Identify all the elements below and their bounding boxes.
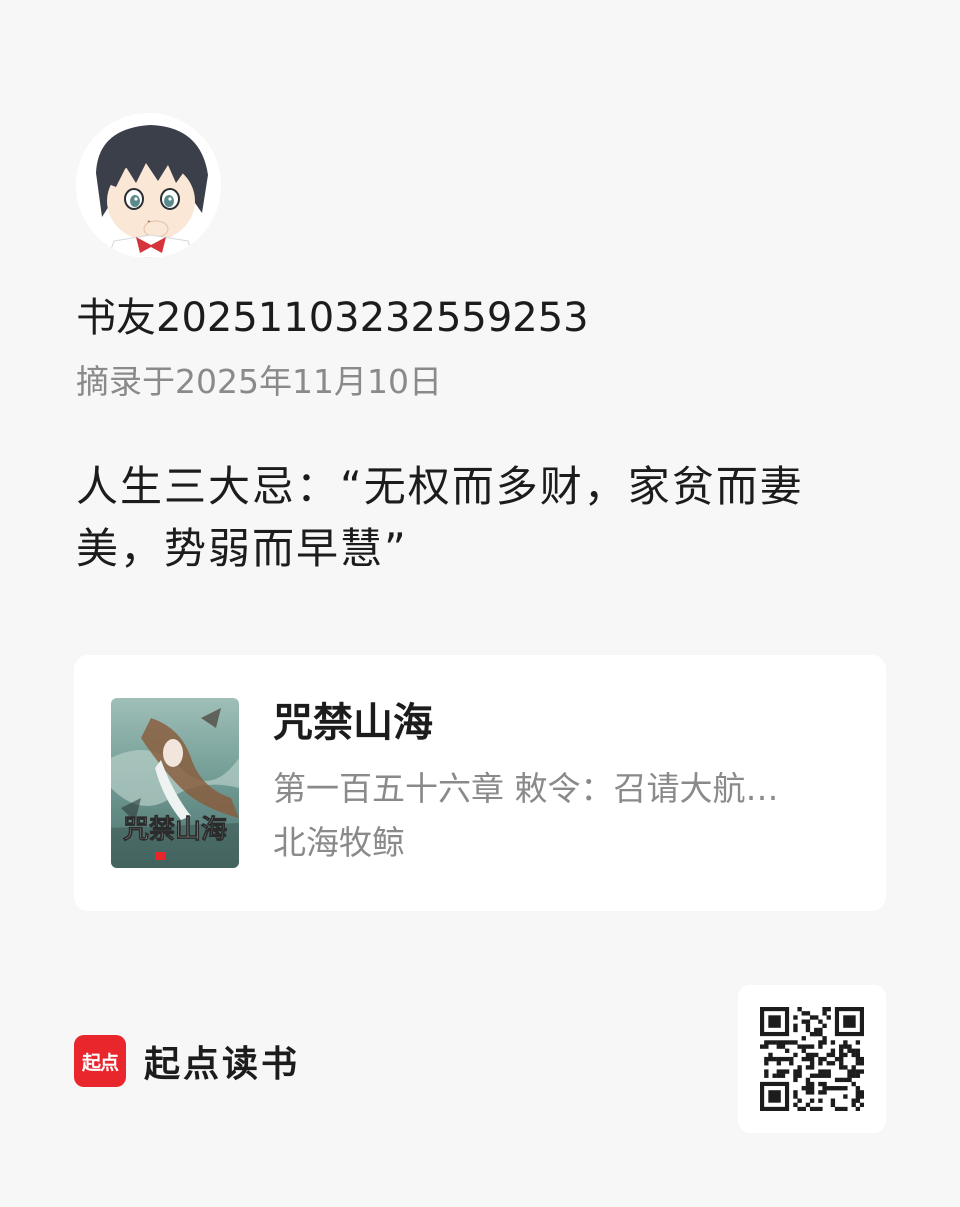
quote-text: 人生三大忌：“无权而多财，家贫而妻美，势弱而早慧” [76, 462, 804, 573]
book-card[interactable]: 咒禁山海 咒禁山海 第一百五十六章 敕令：召请大航… 北海牧鲸 [74, 655, 886, 911]
book-cover[interactable]: 咒禁山海 [111, 698, 239, 868]
book-chapter: 第一百五十六章 敕令：召请大航… [273, 769, 779, 808]
excerpt-date: 摘录于2025年11月10日 [76, 362, 442, 401]
book-cover-image: 咒禁山海 [111, 698, 239, 868]
avatar-illustration [76, 113, 221, 258]
book-author: 北海牧鲸 [273, 823, 405, 862]
book-title: 咒禁山海 [273, 700, 433, 746]
brand: 起点 起点读书 [74, 1035, 300, 1087]
brand-name: 起点读书 [144, 1044, 301, 1085]
qidian-logo-icon: 起点 [74, 1035, 126, 1087]
user-avatar[interactable] [76, 113, 221, 258]
cover-title-text: 咒禁山海 [123, 815, 227, 845]
username: 书友20251103232559253 [76, 295, 589, 341]
qr-code-icon [760, 1007, 864, 1111]
qr-code[interactable] [738, 985, 886, 1133]
